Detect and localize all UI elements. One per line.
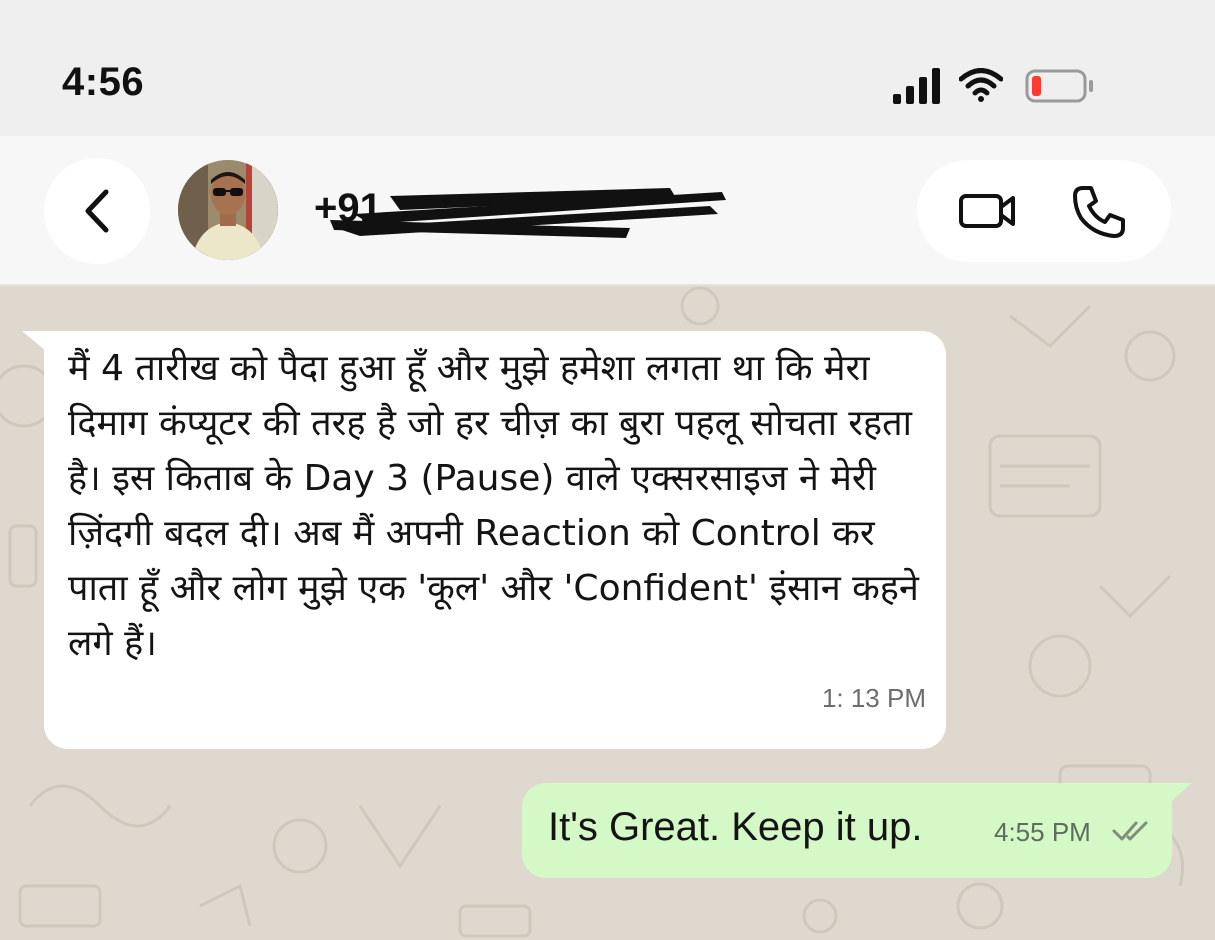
double-check-icon — [1112, 821, 1148, 841]
battery-low-icon — [1025, 69, 1093, 103]
bubble-tail — [22, 331, 46, 351]
message-bubble-outgoing[interactable]: It's Great. Keep it up. 4:55 PM — [522, 783, 1192, 878]
status-time: 4:56 — [62, 60, 145, 104]
chevron-left-icon — [85, 189, 109, 233]
video-call-icon[interactable] — [957, 186, 1019, 236]
bubble-tail — [1170, 783, 1192, 803]
message-text: It's Great. Keep it up. — [548, 805, 923, 849]
contact-avatar[interactable] — [178, 160, 278, 260]
redaction-scribble — [330, 188, 726, 238]
signal-icon — [893, 68, 940, 104]
call-actions — [917, 160, 1171, 262]
message-bubble-incoming[interactable]: मैं 4 तारीख को पैदा हुआ हूँ और मुझे हमेश… — [22, 331, 946, 749]
wifi-icon — [959, 68, 1003, 102]
avatar-photo — [178, 160, 278, 260]
phone-call-icon[interactable] — [1069, 182, 1129, 242]
back-button[interactable] — [44, 158, 150, 264]
message-timestamp: 1: 13 PM — [821, 683, 926, 713]
chat-header: +91 — [0, 136, 1215, 286]
message-text: मैं 4 तारीख को पैदा हुआ हूँ और मुझे हमेश… — [68, 348, 919, 664]
chat-area: मैं 4 तारीख को पैदा हुआ हूँ और मुझे हमेश… — [0, 286, 1215, 940]
status-bar: 4:56 — [0, 0, 1215, 136]
message-timestamp: 4:55 PM — [994, 817, 1091, 847]
